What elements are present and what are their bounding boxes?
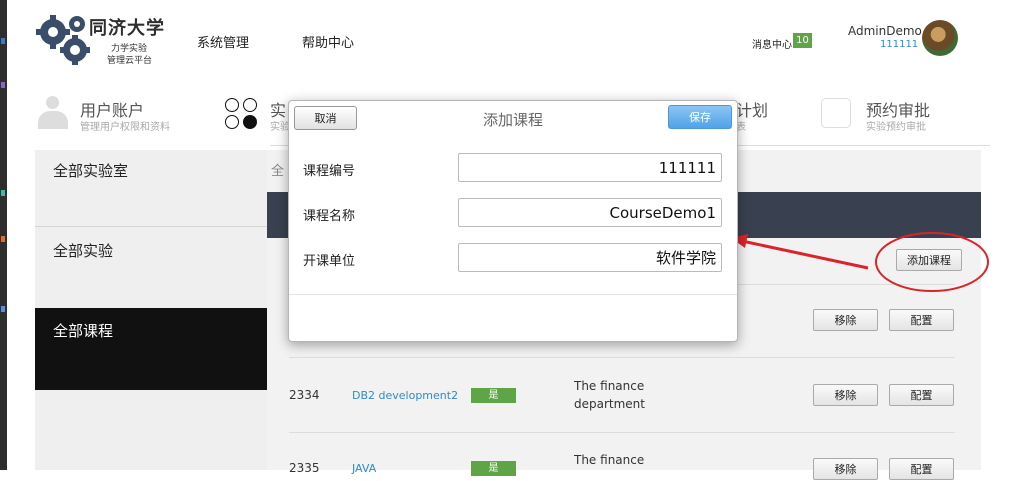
course-name-link[interactable]: DB2 development2 <box>352 389 458 402</box>
row-divider <box>289 357 955 358</box>
breadcrumb: 全 <box>271 164 285 179</box>
row-divider <box>289 432 955 433</box>
department-cell: The finance department <box>574 379 645 411</box>
sidebar-item-all-labs[interactable]: 全部实验室 <box>35 150 267 226</box>
config-button[interactable]: 配置 <box>889 458 954 480</box>
config-button[interactable]: 配置 <box>889 309 954 331</box>
course-code-field[interactable] <box>458 153 722 182</box>
status-badge: 是 <box>471 388 516 403</box>
user-account-icon <box>36 96 70 130</box>
remove-button[interactable]: 移除 <box>813 458 878 480</box>
message-center-link[interactable]: 消息中心 <box>752 36 792 51</box>
course-id-cell: 2334 <box>289 388 320 402</box>
nav-help-center[interactable]: 帮助中心 <box>302 32 354 51</box>
sidebar-item-label: 全部课程 <box>53 322 114 340</box>
save-button[interactable]: 保存 <box>668 105 732 129</box>
course-code-label: 课程编号 <box>303 164 356 179</box>
sidebar-item-all-experiments[interactable]: 全部实验 <box>35 227 267 308</box>
section-user-account-subtitle: 管理用户权限和资料 <box>80 122 170 133</box>
remove-button[interactable]: 移除 <box>813 309 878 331</box>
course-name-link[interactable]: JAVA <box>352 462 376 475</box>
course-name-label: 课程名称 <box>303 209 356 224</box>
department-cell: The finance <box>574 453 645 467</box>
university-logo[interactable]: 同济大学 力学实验 管理云平台 <box>33 10 173 72</box>
section-booking-subtitle: 实验预约审批 <box>866 122 926 133</box>
department-label: 开课单位 <box>303 254 356 269</box>
logo-subtitle-2: 管理云平台 <box>107 56 153 66</box>
logo-title: 同济大学 <box>89 18 165 39</box>
sidebar-item-label: 全部实验室 <box>53 162 129 180</box>
user-id: 111111 <box>880 39 919 50</box>
nav-system-management[interactable]: 系统管理 <box>197 32 249 51</box>
department-field[interactable] <box>458 243 722 272</box>
booking-approval-icon <box>821 98 851 128</box>
course-name-field[interactable] <box>458 198 722 227</box>
config-button[interactable]: 配置 <box>889 384 954 406</box>
remove-button[interactable]: 移除 <box>813 384 878 406</box>
add-course-dialog: 取消 添加课程 保存 课程编号 课程名称 开课单位 <box>288 100 738 342</box>
avatar[interactable] <box>922 20 958 56</box>
experiment-circles-icon <box>225 98 261 132</box>
gear-logo-icon <box>36 15 90 65</box>
status-badge: 是 <box>471 461 516 476</box>
dialog-divider <box>289 294 737 295</box>
sidebar-item-all-courses[interactable]: 全部课程 <box>35 308 267 390</box>
window-edge-strip <box>0 0 7 470</box>
message-count-badge: 10 <box>793 33 812 48</box>
course-id-cell: 2335 <box>289 461 320 475</box>
sidebar-empty-area <box>35 390 267 470</box>
add-course-button[interactable]: 添加课程 <box>896 249 962 271</box>
section-experiment-subtitle: 实验 <box>270 122 290 133</box>
sidebar-item-label: 全部实验 <box>53 242 114 260</box>
user-name[interactable]: AdminDemo <box>848 24 922 38</box>
